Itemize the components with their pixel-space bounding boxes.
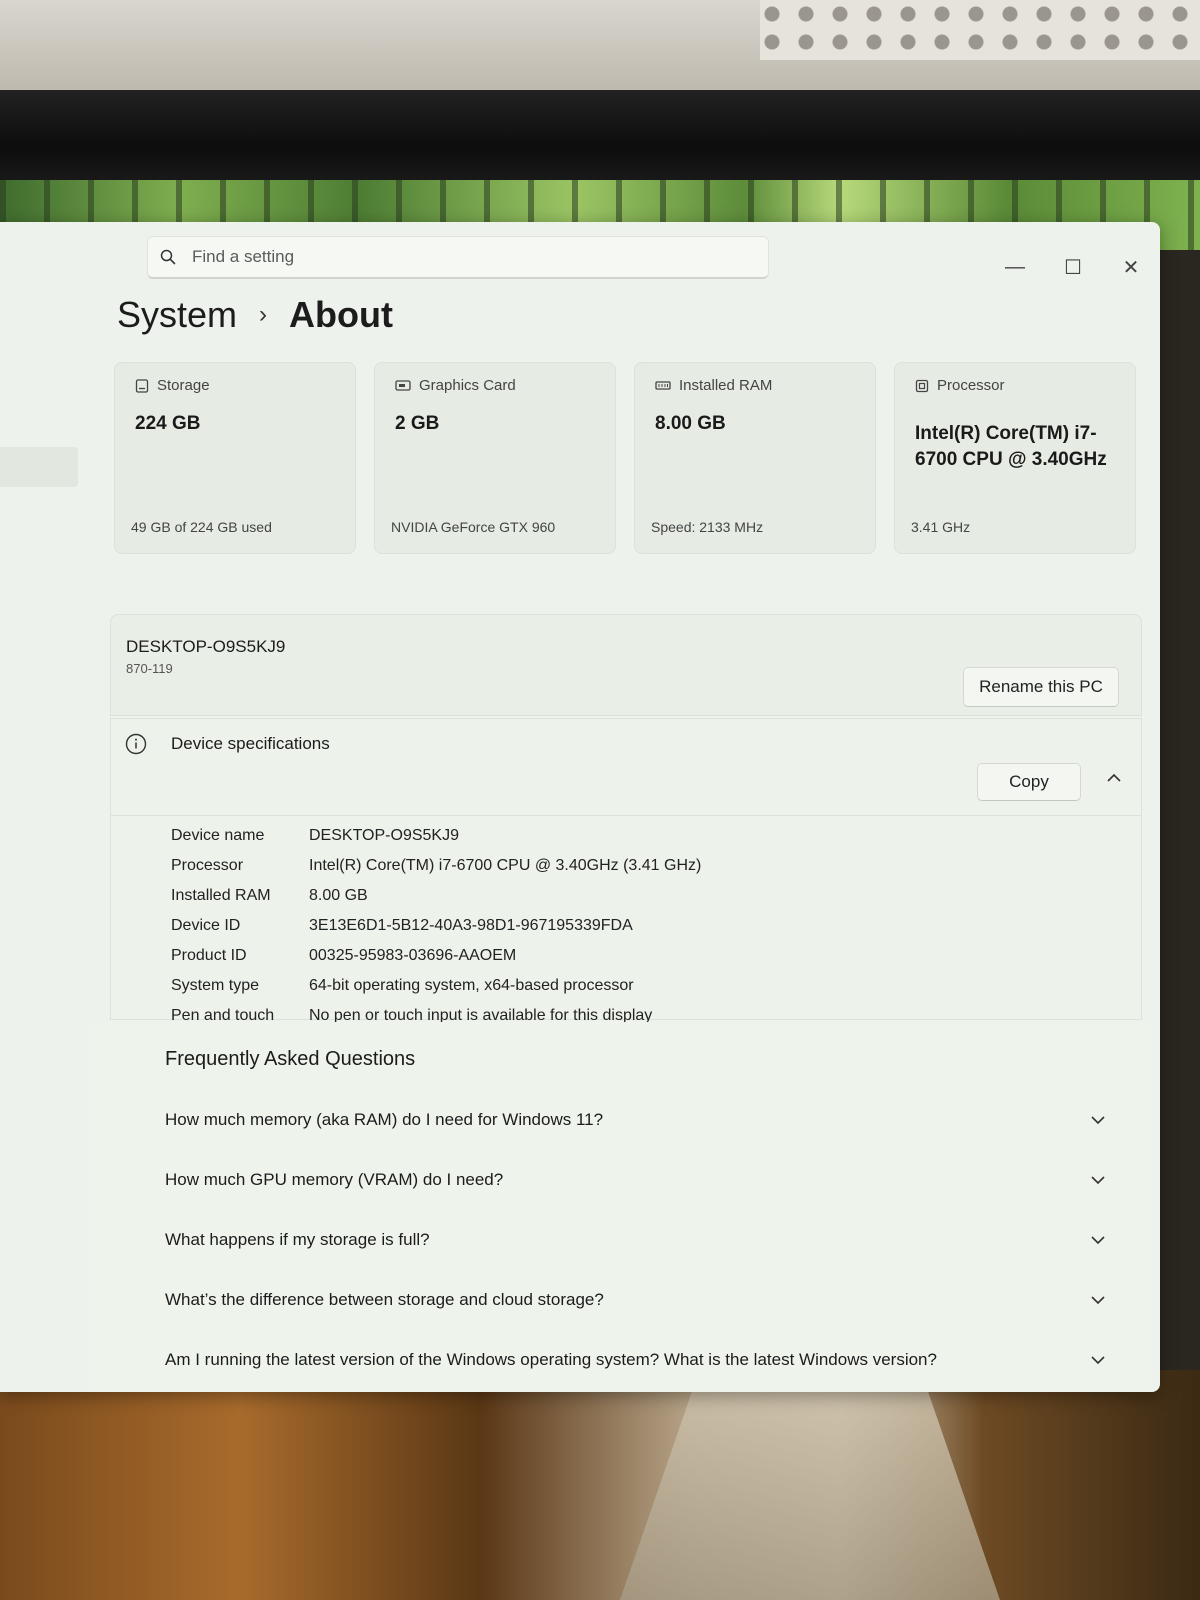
ram-label: Installed RAM [679,377,773,394]
wallpaper-bottom [0,1370,1200,1600]
spec-row: System type 64-bit operating system, x64-… [171,971,701,1001]
spec-value: 8.00 GB [309,887,368,904]
spec-value: DESKTOP-O9S5KJ9 [309,827,459,844]
search-input[interactable] [190,246,734,268]
search-icon [160,249,176,265]
storage-icon [135,378,149,393]
spec-table: Device name DESKTOP-O9S5KJ9 Processor Inte… [171,821,701,1031]
spec-key: Device name [171,827,265,844]
pc-model: 870-119 [126,661,173,676]
storage-footer: 49 GB of 224 GB used [131,519,272,535]
faq-item[interactable]: How much GPU memory (VRAM) do I need? [165,1160,1115,1200]
chevron-down-icon [1091,1236,1105,1245]
ram-icon [655,380,671,390]
faq-question: What happens if my storage is full? [165,1230,430,1249]
spec-row: Device ID 3E13E6D1-5B12-40A3-98D1-9671953… [171,911,701,941]
search-box[interactable] [147,236,769,279]
chevron-down-icon [1091,1356,1105,1365]
chevron-down-icon [1091,1116,1105,1125]
storage-value: 224 GB [135,413,201,434]
spec-value: Intel(R) Core(TM) i7-6700 CPU @ 3.40GHz … [309,857,702,874]
breadcrumb-system[interactable]: System [117,294,237,336]
spec-value: 64-bit operating system, x64-based proce… [309,977,634,994]
ram-value: 8.00 GB [655,413,726,434]
spec-row: Product ID 00325-95983-03696-AAOEM [171,941,701,971]
copy-button[interactable]: Copy [977,763,1081,801]
settings-window: — ☐ ✕ System › About Storage 224 GB 49 G… [0,222,1160,1392]
device-specifications-title: Device specifications [171,734,330,753]
rename-pc-button[interactable]: Rename this PC [963,667,1119,707]
processor-card: Processor Intel(R) Core(TM) i7-6700 CPU … [894,362,1136,554]
faq-question: How much GPU memory (VRAM) do I need? [165,1170,504,1189]
spec-key: System type [171,977,260,994]
graphics-card: Graphics Card 2 GB NVIDIA GeForce GTX 96… [374,362,616,554]
chevron-up-icon[interactable] [1107,773,1121,783]
spec-key: Device ID [171,917,241,934]
computer-vent [760,0,1200,60]
graphics-card-label: Graphics Card [419,377,516,394]
processor-label: Processor [937,377,1005,394]
faq-section: Frequently Asked Questions How much memo… [90,1022,1150,1392]
faq-question: What’s the difference between storage an… [165,1290,604,1309]
minimize-button[interactable]: — [986,252,1044,282]
faq-item[interactable]: What’s the difference between storage an… [165,1280,1115,1320]
faq-question: How much memory (aka RAM) do I need for … [165,1110,604,1129]
graphics-card-value: 2 GB [395,413,440,434]
ram-card: Installed RAM 8.00 GB Speed: 2133 MHz [634,362,876,554]
processor-footer: 3.41 GHz [911,519,971,535]
chevron-down-icon [1091,1176,1105,1185]
breadcrumb-separator: › [259,301,268,328]
spec-key: Installed RAM [171,887,271,904]
faq-title: Frequently Asked Questions [165,1048,416,1070]
monitor-bezel [0,90,1200,185]
spec-key: Product ID [171,947,247,964]
spec-key: Processor [171,857,244,874]
nav-selected-item[interactable] [0,447,78,487]
close-button[interactable]: ✕ [1102,252,1160,282]
storage-label: Storage [157,377,210,394]
processor-value: Intel(R) Core(TM) i7-6700 CPU @ 3.40GHz [915,423,1107,470]
faq-item[interactable]: How much memory (aka RAM) do I need for … [165,1100,1115,1140]
device-specifications-header[interactable]: Device specifications [125,733,330,755]
ram-footer: Speed: 2133 MHz [651,519,764,535]
device-specifications: Device specifications Copy Device name DE… [110,718,1142,1024]
breadcrumb: System › About [117,294,393,336]
spec-row: Installed RAM 8.00 GB [171,881,701,911]
spec-value: 3E13E6D1-5B12-40A3-98D1-967195339FDA [309,917,633,934]
graphics-card-icon [395,379,411,391]
info-icon [125,733,147,755]
faq-item[interactable]: Am I running the latest version of the W… [165,1340,1115,1380]
processor-icon [915,379,929,392]
divider [111,815,1141,816]
graphics-card-footer: NVIDIA GeForce GTX 960 [391,519,556,535]
spec-row: Processor Intel(R) Core(TM) i7-6700 CPU @… [171,851,701,881]
storage-card: Storage 224 GB 49 GB of 224 GB used [114,362,356,554]
spec-row: Device name DESKTOP-O9S5KJ9 [171,821,701,851]
faq-item[interactable]: What happens if my storage is full? [165,1220,1115,1260]
maximize-button[interactable]: ☐ [1044,252,1102,282]
window-controls: — ☐ ✕ [986,252,1160,282]
spec-value: 00325-95983-03696-AAOEM [309,947,517,964]
page-title: About [289,294,393,335]
chevron-down-icon [1091,1296,1105,1305]
faq-question: Am I running the latest version of the W… [165,1350,937,1369]
pc-name: DESKTOP-O9S5KJ9 [126,637,286,656]
pc-name-section: DESKTOP-O9S5KJ9 870-119 Rename this PC [110,614,1142,716]
